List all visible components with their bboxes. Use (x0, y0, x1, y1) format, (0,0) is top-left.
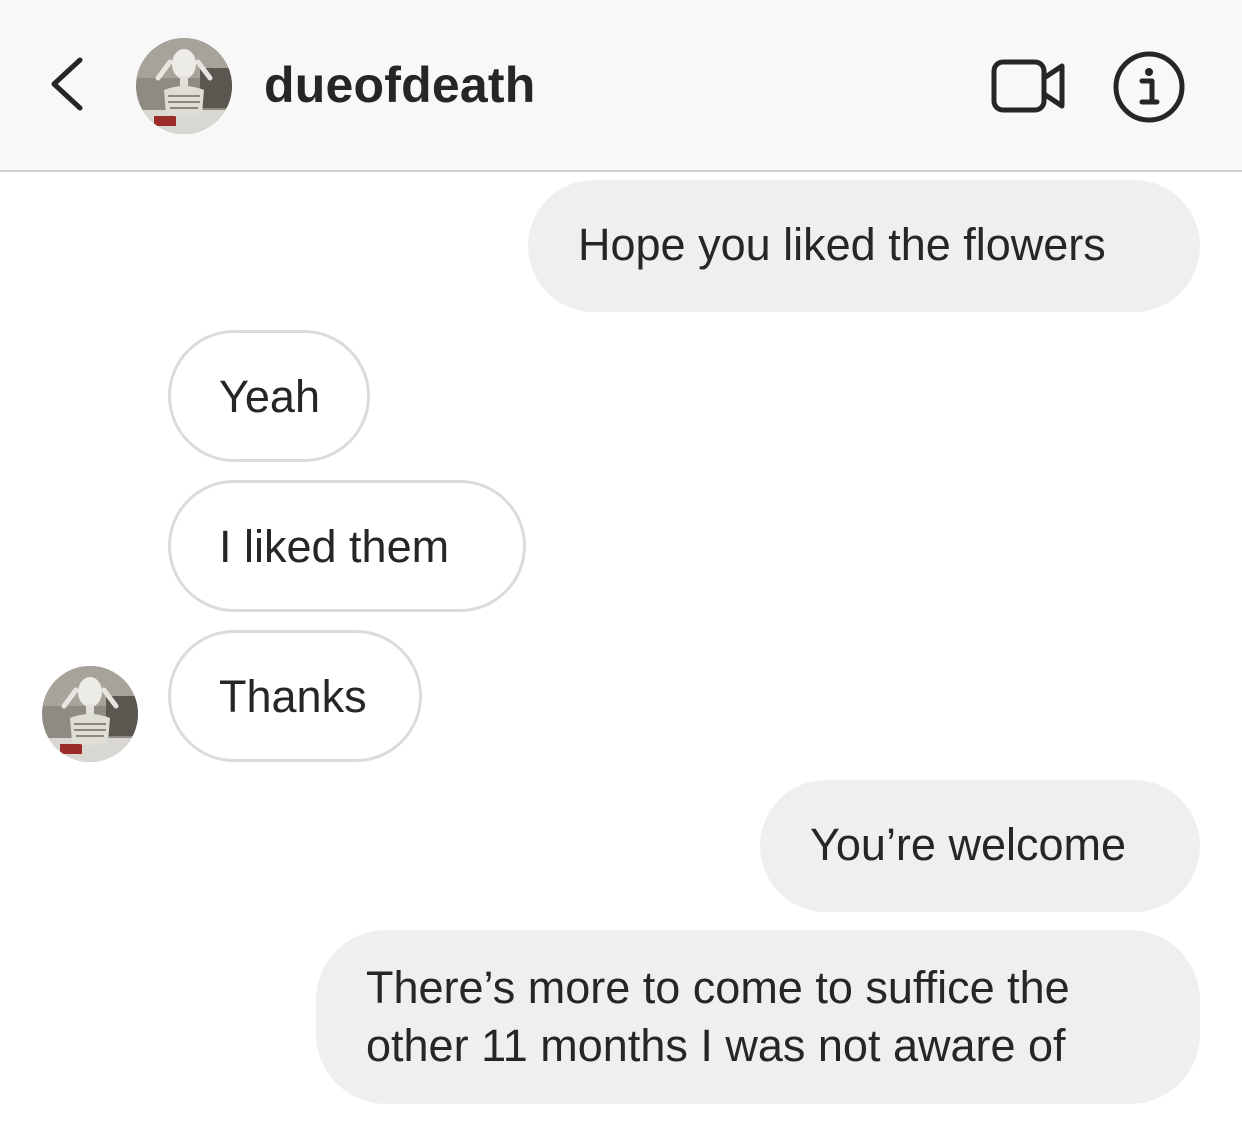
message-sent[interactable]: You’re welcome (760, 780, 1200, 912)
message-text: I liked them (219, 521, 450, 572)
message-received[interactable]: I liked them (168, 480, 526, 612)
message-text: Yeah (219, 371, 320, 422)
message-text: Hope you liked the flowers (578, 219, 1106, 270)
skeleton-avatar-image (136, 38, 232, 134)
message-text: Thanks (219, 671, 367, 722)
message-received[interactable]: Yeah (168, 330, 370, 462)
avatar[interactable] (136, 38, 232, 134)
sender-avatar[interactable] (42, 666, 138, 762)
message-text-line: other 11 months I was not aware of (366, 1020, 1066, 1071)
video-camera-icon[interactable] (990, 56, 1066, 116)
message-text: You’re welcome (810, 819, 1127, 870)
message-sent[interactable]: There’s more to come to suffice the othe… (316, 930, 1200, 1104)
chevron-left-icon[interactable] (44, 52, 94, 116)
message-text-line: There’s more to come to suffice the (366, 962, 1070, 1013)
skeleton-avatar-image (42, 666, 138, 762)
info-icon[interactable] (1112, 50, 1186, 124)
message-sent[interactable]: Hope you liked the flowers (528, 180, 1200, 312)
conversation-username[interactable]: dueofdeath (264, 54, 535, 116)
conversation-header: dueofdeath (0, 0, 1242, 172)
message-received[interactable]: Thanks (168, 630, 422, 762)
